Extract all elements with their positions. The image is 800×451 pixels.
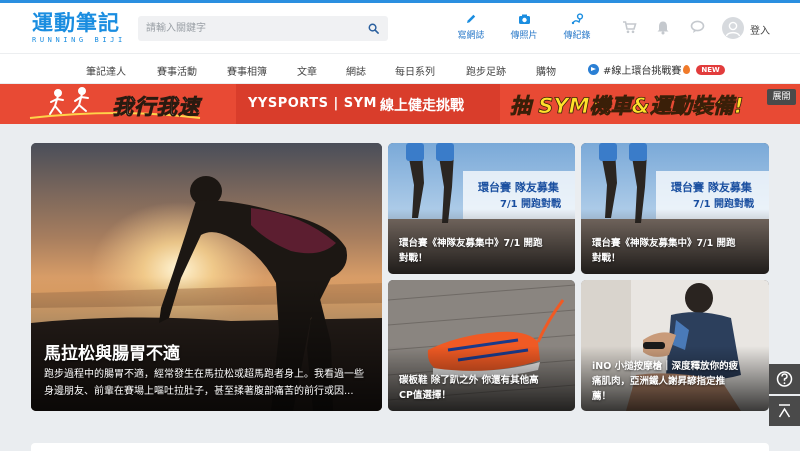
user-icon [725,21,741,37]
article-title: 碳板鞋 除了趴之外 你還有其他高 CP值選擇！ [399,373,569,403]
banner-sponsor: YYSPORTS | SYM [248,96,377,111]
site-header: 運動筆記 RUNNING BIJI 寫網誌 傳照片 傳紀錄 [0,3,800,53]
nav-item-online-challenge[interactable]: #線上環台挑戰賽 NEW [588,62,725,77]
camera-icon [518,14,530,24]
search-icon[interactable] [368,23,379,34]
article-card[interactable]: 環台賽 隊友募集 7/1 開跑對戰 環台賽《神隊友募集中》7/1 開跑 對戰！ [388,143,575,274]
article-title-line: 碳板鞋 除了趴之外 你還有其他高 [399,375,539,386]
poster-text: 環台賽 隊友募集 [478,180,560,194]
banner-lottery: 抽 SYM機車&運動裝備! [510,94,744,119]
article-title: 環台賽《神隊友募集中》7/1 開跑 對戰！ [592,236,764,266]
new-badge: NEW [696,64,725,75]
article-title-line: 對戰！ [592,253,621,264]
write-blog-label: 寫網誌 [457,31,485,41]
search-input[interactable] [138,16,358,41]
nav-item-blogs[interactable]: 網誌 [346,63,366,78]
banner-slogan: 我行我速 [112,95,200,120]
back-to-top-icon [778,404,791,418]
upload-photo-label: 傳照片 [510,31,538,41]
featured-excerpt-line: 跑步過程中的腸胃不適，經常發生在馬拉松或超馬跑者身上。我看過一些 [44,369,364,380]
upload-record-button[interactable]: 傳紀錄 [557,13,597,45]
chat-icon[interactable] [690,20,705,34]
online-challenge-label: #線上環台挑戰賽 [603,66,682,77]
banner-expand-button[interactable]: 展開 [767,89,796,105]
banner-event: 線上健走挑戰 [380,98,464,114]
site-logo[interactable]: 運動筆記 RUNNING BIJI [32,11,127,47]
article-card[interactable]: 環台賽 隊友募集 7/1 開跑對戰 環台賽《神隊友募集中》7/1 開跑 對戰！ [581,143,769,274]
back-to-top-button[interactable] [769,396,800,426]
next-section-edge [31,443,769,451]
route-icon [571,13,583,25]
nav-item-event-albums[interactable]: 賽事相簿 [227,63,267,78]
pencil-icon [467,14,476,23]
main-nav: 筆記達人 賽事活動 賽事相簿 文章 網誌 每日系列 跑步足跡 購物 #線上環台挑… [0,53,800,83]
fire-icon [683,65,691,74]
logo-subtext: RUNNING BIJI [32,36,126,44]
write-blog-button[interactable]: 寫網誌 [451,13,491,45]
nav-item-shop[interactable]: 購物 [536,63,556,78]
article-title: 環台賽《神隊友募集中》7/1 開跑 對戰！ [399,236,569,266]
nav-item-daily-series[interactable]: 每日系列 [395,63,435,78]
article-card[interactable]: 碳板鞋 除了趴之外 你還有其他高 CP值選擇！ [388,280,575,411]
side-toolbar [769,364,800,426]
nav-item-experts[interactable]: 筆記達人 [86,63,126,78]
upload-record-label: 傳紀錄 [563,31,591,41]
cart-icon[interactable] [622,20,637,34]
help-icon [776,371,793,387]
featured-excerpt-line: 身邊朋友、前輩在賽場上嘔吐拉肚子，甚至揉著腹部痛苦的前行或因... [44,386,354,397]
article-title: iNO 小搥按摩槍｜深度釋放你的疲 痛肌肉，亞洲鐵人謝昇諺指定推 薦！ [592,359,764,404]
article-title-line: 環台賽《神隊友募集中》7/1 開跑 [592,238,736,249]
upload-photo-button[interactable]: 傳照片 [504,13,544,45]
nav-item-running-tracks[interactable]: 跑步足跡 [466,63,506,78]
article-title-line: 薦！ [592,391,612,402]
featured-excerpt: 跑步過程中的腸胃不適，經常發生在馬拉松或超馬跑者身上。我看過一些 身邊朋友、前輩… [44,366,374,400]
article-title-line: CP值選擇！ [399,390,451,401]
promo-banner[interactable]: 我行我速 YYSPORTS | SYM 線上健走挑戰 抽 SYM機車&運動裝備! [0,84,800,124]
logo-text: 運動筆記 [32,11,120,35]
poster-text: 環台賽 隊友募集 [671,180,753,194]
article-card[interactable]: iNO 小搥按摩槍｜深度釋放你的疲 痛肌肉，亞洲鐵人謝昇諺指定推 薦！ [581,280,769,411]
article-title-line: 環台賽《神隊友募集中》7/1 開跑 [399,238,543,249]
login-link[interactable]: 登入 [750,22,770,37]
arrow-circle-icon [588,64,599,75]
nav-item-articles[interactable]: 文章 [297,63,317,78]
article-title-line: 對戰！ [399,253,428,264]
featured-article-card[interactable]: 馬拉松與腸胃不適 跑步過程中的腸胃不適，經常發生在馬拉松或超馬跑者身上。我看過一… [31,143,382,411]
bell-icon[interactable] [656,20,670,35]
featured-title: 馬拉松與腸胃不適 [44,344,180,364]
article-title-line: 痛肌肉，亞洲鐵人謝昇諺指定推 [592,376,726,387]
search-box [138,16,388,41]
help-button[interactable] [769,364,800,394]
nav-item-events[interactable]: 賽事活動 [157,63,197,78]
avatar[interactable] [722,17,744,39]
article-title-line: iNO 小搥按摩槍｜深度釋放你的疲 [592,361,739,372]
